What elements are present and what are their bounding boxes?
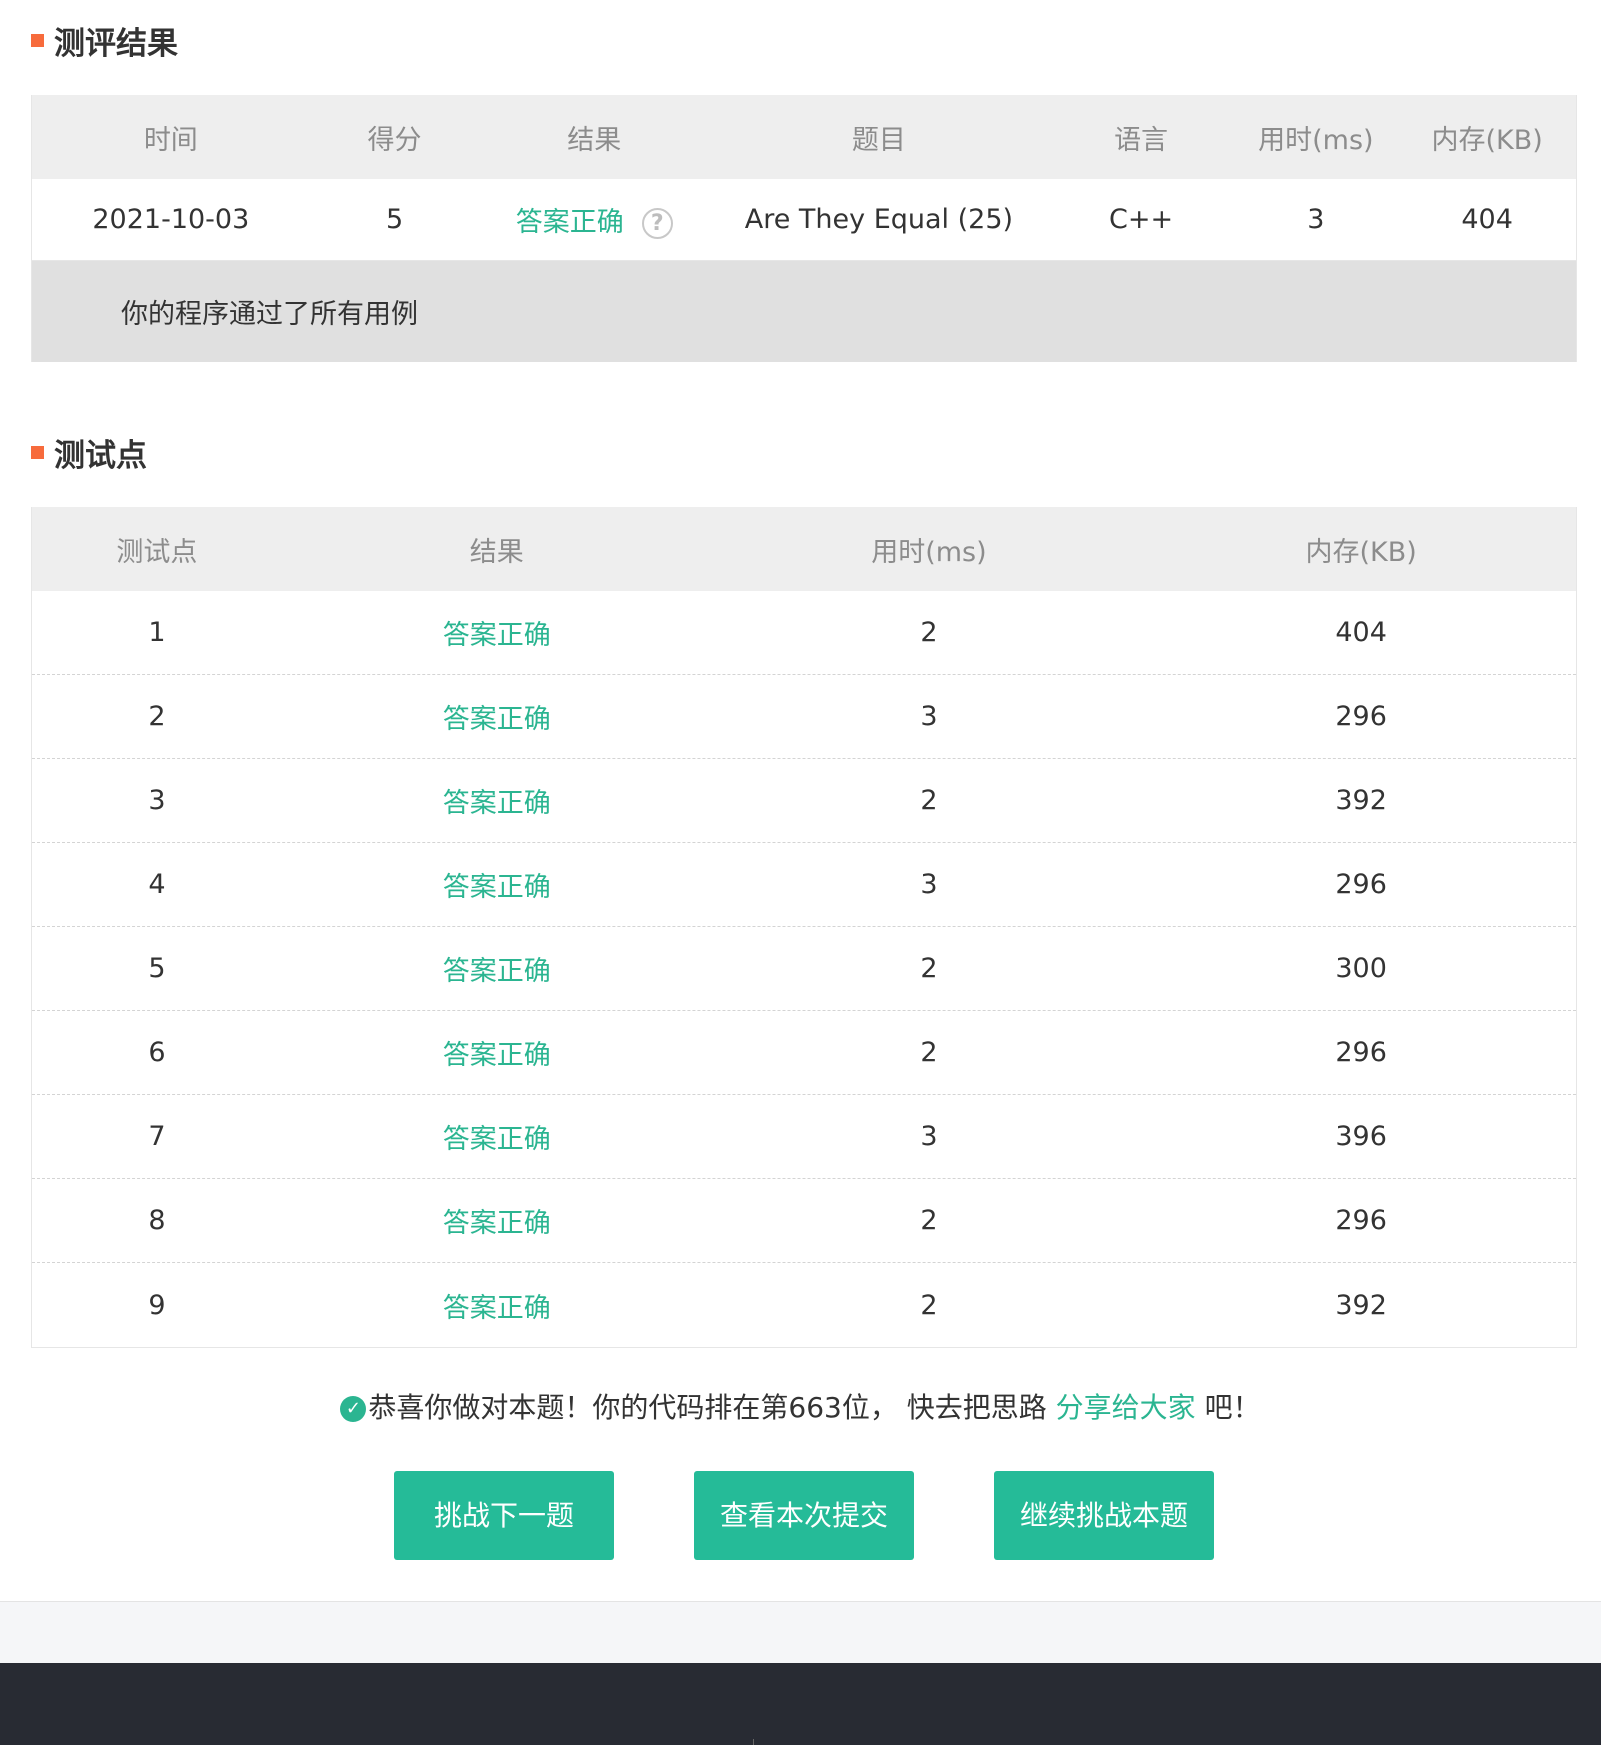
testpoint-time: 3	[920, 1121, 938, 1152]
table-row: 5 答案正确 2 300	[32, 927, 1576, 1011]
testpoint-time: 3	[920, 869, 938, 900]
footer	[0, 1663, 1601, 1745]
testpoint-memory: 392	[1335, 1289, 1387, 1321]
header-testpoint: 测试点	[116, 536, 198, 568]
testpoint-id: 6	[148, 1037, 166, 1068]
table-row: 6 答案正确 2 296	[32, 1011, 1576, 1095]
header-time-ms: 用时(ms)	[871, 536, 987, 568]
testpoint-memory: 300	[1335, 953, 1387, 984]
testpoint-time: 2	[920, 1289, 938, 1321]
testpoint-result: 答案正确	[442, 956, 551, 987]
congrats-text: 恭喜你做对本题！你的代码排在第663位， 快去把思路	[368, 1391, 1056, 1424]
result-table: 时间 得分 结果 题目 语言 用时(ms) 内存(KB) 2021-10-03 …	[31, 95, 1577, 362]
testpoint-memory: 396	[1335, 1121, 1387, 1152]
testpoint-id: 7	[148, 1121, 166, 1152]
testpoint-id: 5	[148, 953, 166, 984]
section-marker	[31, 34, 44, 47]
testpoint-result: 答案正确	[442, 1124, 551, 1155]
question-mark-icon[interactable]: ?	[641, 208, 673, 239]
testpoint-id: 2	[148, 701, 166, 732]
table-row: 1 答案正确 2 404	[32, 591, 1576, 675]
submit-time: 2021-10-03	[92, 204, 250, 235]
result-table-header: 时间 得分 结果 题目 语言 用时(ms) 内存(KB)	[32, 95, 1576, 179]
testpoint-memory: 296	[1335, 1037, 1387, 1068]
section-title-text: 测试点	[54, 438, 147, 474]
testpoint-id: 4	[148, 869, 166, 900]
result-status: 答案正确	[515, 207, 624, 238]
result-row: 2021-10-03 5 答案正确? Are They Equal (25) C…	[32, 179, 1576, 261]
testpoint-id: 3	[148, 785, 166, 816]
testpoint-time: 3	[920, 701, 938, 732]
table-row: 2 答案正确 3 296	[32, 675, 1576, 759]
testpoint-memory: 296	[1335, 701, 1387, 732]
header-score: 得分	[367, 124, 422, 156]
testpoint-time: 2	[920, 617, 938, 648]
header-language: 语言	[1114, 124, 1169, 156]
testpoint-id: 9	[148, 1289, 166, 1321]
testpoint-time: 2	[920, 785, 938, 816]
table-row: 7 答案正确 3 396	[32, 1095, 1576, 1179]
testpoint-result: 答案正确	[442, 1040, 551, 1071]
testpoint-memory: 296	[1335, 869, 1387, 900]
score: 5	[385, 204, 404, 235]
result-cell: 答案正确?	[479, 200, 709, 239]
testpoint-table: 测试点 结果 用时(ms) 内存(KB) 1 答案正确 2 404 2 答案正确…	[31, 507, 1577, 1348]
testpoint-time: 2	[920, 1205, 938, 1236]
table-row: 8 答案正确 2 296	[32, 1179, 1576, 1263]
header-result: 结果	[469, 536, 524, 568]
testpoint-id: 1	[148, 617, 166, 648]
header-time-ms: 用时(ms)	[1258, 124, 1374, 156]
section-marker	[31, 446, 44, 459]
table-row: 3 答案正确 2 392	[32, 759, 1576, 843]
testpoint-table-header: 测试点 结果 用时(ms) 内存(KB)	[32, 507, 1576, 591]
table-row: 4 答案正确 3 296	[32, 843, 1576, 927]
testpoint-memory: 404	[1335, 617, 1387, 648]
check-circle-icon: ✓	[340, 1396, 367, 1422]
page-bottom-band	[0, 1601, 1601, 1663]
memory-kb: 404	[1461, 204, 1513, 235]
language: C++	[1109, 204, 1174, 235]
testpoint-result: 答案正确	[442, 788, 551, 819]
testpoint-id: 8	[148, 1205, 166, 1236]
testpoint-memory: 296	[1335, 1205, 1387, 1236]
congrats-message: ✓ 恭喜你做对本题！你的代码排在第663位， 快去把思路 分享给大家 吧！	[0, 1386, 1601, 1426]
result-section-title: 测评结果	[31, 18, 178, 63]
header-result: 结果	[567, 124, 622, 156]
header-problem: 题目	[851, 124, 906, 156]
testpoint-result: 答案正确	[442, 1208, 551, 1239]
testpoint-result: 答案正确	[442, 620, 551, 651]
header-memory: 内存(KB)	[1431, 124, 1543, 156]
footer-divider	[753, 1739, 754, 1745]
testpoint-result: 答案正确	[442, 704, 551, 735]
section-title-text: 测评结果	[54, 26, 178, 62]
share-link[interactable]: 分享给大家	[1056, 1391, 1196, 1424]
retry-problem-button[interactable]: 继续挑战本题	[994, 1471, 1214, 1560]
view-submission-button[interactable]: 查看本次提交	[694, 1471, 914, 1560]
header-time: 时间	[143, 124, 198, 156]
testpoint-time: 2	[920, 953, 938, 984]
header-memory: 内存(KB)	[1305, 536, 1417, 568]
testpoint-result: 答案正确	[442, 872, 551, 903]
problem-name: Are They Equal (25)	[744, 204, 1014, 235]
testpoint-result: 答案正确	[442, 1292, 551, 1324]
congrats-suffix: 吧！	[1195, 1391, 1261, 1424]
testpoint-time: 2	[920, 1037, 938, 1068]
next-problem-button[interactable]: 挑战下一题	[394, 1471, 614, 1560]
testpoint-memory: 392	[1335, 785, 1387, 816]
time-ms: 3	[1307, 204, 1325, 235]
testpoint-section-title: 测试点	[31, 430, 147, 475]
table-row: 9 答案正确 2 392	[32, 1263, 1576, 1347]
result-message: 你的程序通过了所有用例	[32, 261, 1576, 362]
